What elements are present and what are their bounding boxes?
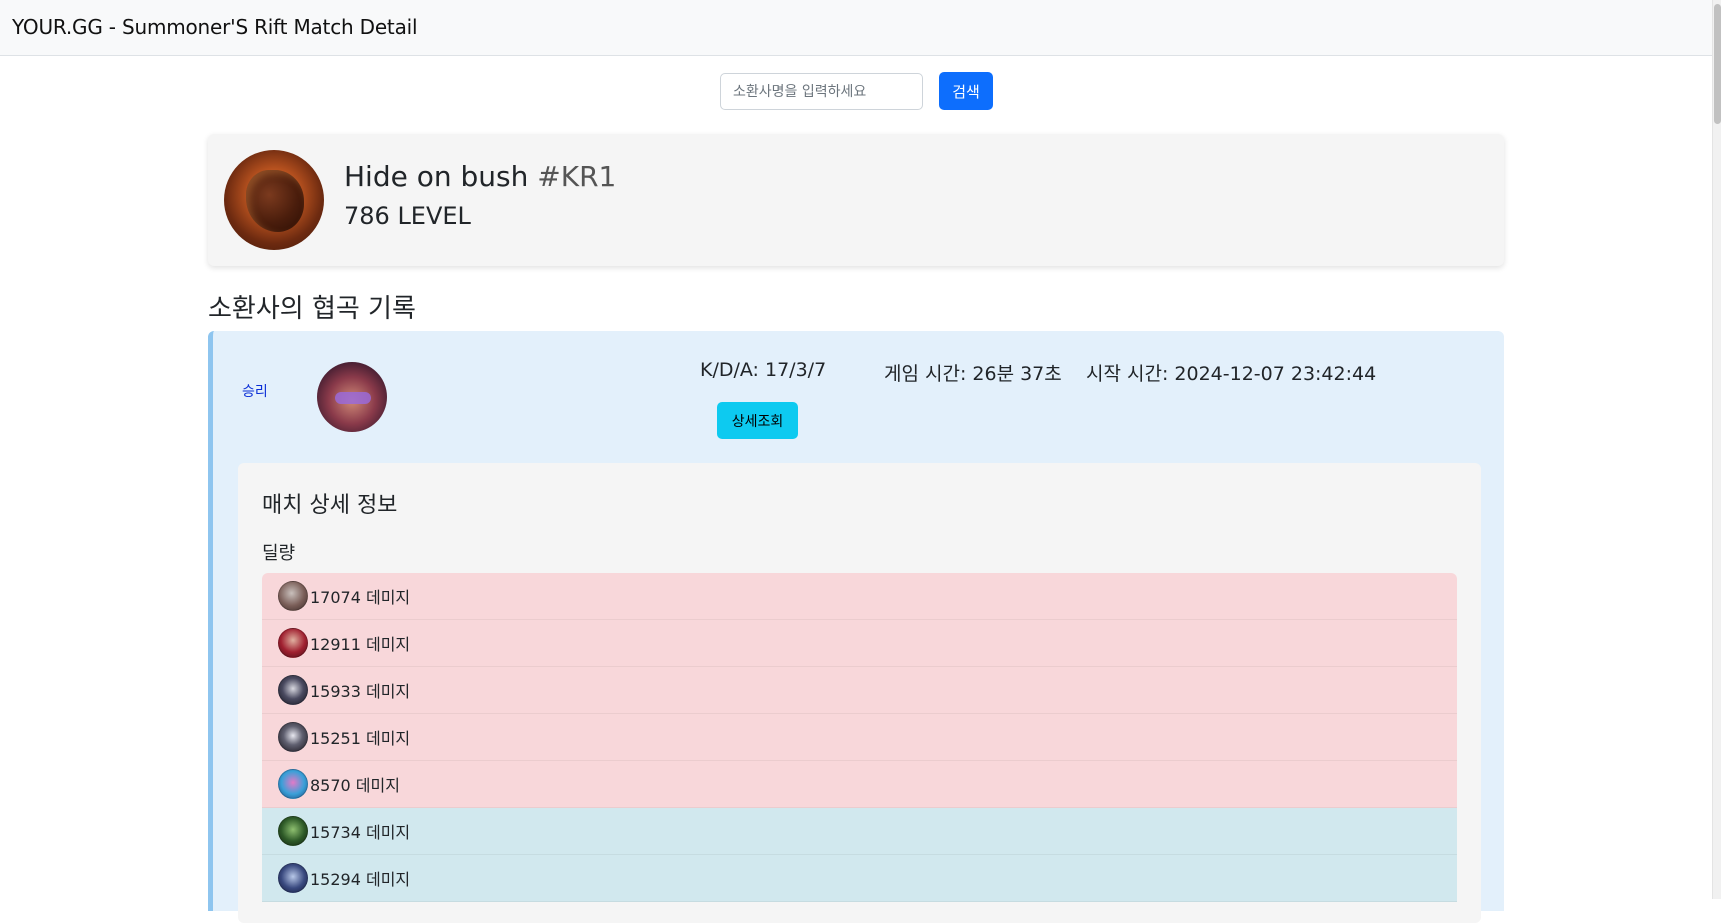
player-avatar <box>278 769 308 799</box>
match-history-title: 소환사의 협곡 기록 <box>208 294 416 324</box>
app-title: YOUR.GG - Summoner'S Rift Match Detail <box>12 15 418 39</box>
scrollbar-thumb[interactable] <box>1714 4 1721 124</box>
damage-value: 12911 데미지 <box>310 635 411 654</box>
match-result-label: 승리 <box>242 384 268 400</box>
summoner-name-text: Hide on bush <box>344 160 529 193</box>
start-time-stat: 시작 시간: 2024-12-07 23:42:44 <box>1086 363 1377 385</box>
player-avatar <box>278 863 308 893</box>
profile-card: Hide on bush #KR1 786 LEVEL <box>208 134 1504 266</box>
match-detail-button[interactable]: 상세조회 <box>717 402 798 439</box>
damage-list: 17074 데미지 12911 데미지 15933 데미지 15251 데미지 … <box>262 573 1457 902</box>
match-detail-title: 매치 상세 정보 <box>262 493 398 518</box>
top-bar: YOUR.GG - Summoner'S Rift Match Detail <box>0 0 1712 56</box>
damage-value: 8570 데미지 <box>310 776 400 795</box>
profile-icon-art <box>246 170 304 232</box>
damage-value: 15294 데미지 <box>310 870 411 889</box>
search-button[interactable]: 검색 <box>939 72 993 110</box>
damage-value: 15933 데미지 <box>310 682 411 701</box>
profile-avatar <box>224 150 324 250</box>
summoner-name: Hide on bush #KR1 <box>344 160 616 193</box>
summoner-search-input[interactable] <box>720 73 923 110</box>
damage-row: 15734 데미지 <box>262 808 1457 855</box>
player-avatar <box>278 816 308 846</box>
kda-stat: K/D/A: 17/3/7 <box>700 359 827 381</box>
damage-value: 15251 데미지 <box>310 729 411 748</box>
damage-row: 15251 데미지 <box>262 714 1457 761</box>
damage-value: 15734 데미지 <box>310 823 411 842</box>
player-avatar <box>278 628 308 658</box>
summoner-tag: #KR1 <box>537 160 617 193</box>
summoner-level: 786 LEVEL <box>344 202 471 230</box>
page-scrollbar[interactable] <box>1712 0 1721 899</box>
damage-value: 17074 데미지 <box>310 588 411 607</box>
damage-row: 8570 데미지 <box>262 761 1457 808</box>
player-avatar <box>278 581 308 611</box>
player-avatar <box>278 722 308 752</box>
damage-row: 15933 데미지 <box>262 667 1457 714</box>
damage-row: 17074 데미지 <box>262 573 1457 620</box>
match-detail-panel: 매치 상세 정보 딜량 17074 데미지 12911 데미지 15933 데미… <box>238 463 1481 923</box>
match-card: 승리 K/D/A: 17/3/7 게임 시간: 26분 37초 시작 시간: 2… <box>208 331 1504 923</box>
damage-row: 15294 데미지 <box>262 855 1457 902</box>
player-avatar <box>278 675 308 705</box>
game-duration-stat: 게임 시간: 26분 37초 <box>884 363 1062 385</box>
damage-section-label: 딜량 <box>262 543 296 564</box>
damage-row: 12911 데미지 <box>262 620 1457 667</box>
champion-icon-art <box>335 392 371 404</box>
champion-avatar <box>317 362 387 432</box>
